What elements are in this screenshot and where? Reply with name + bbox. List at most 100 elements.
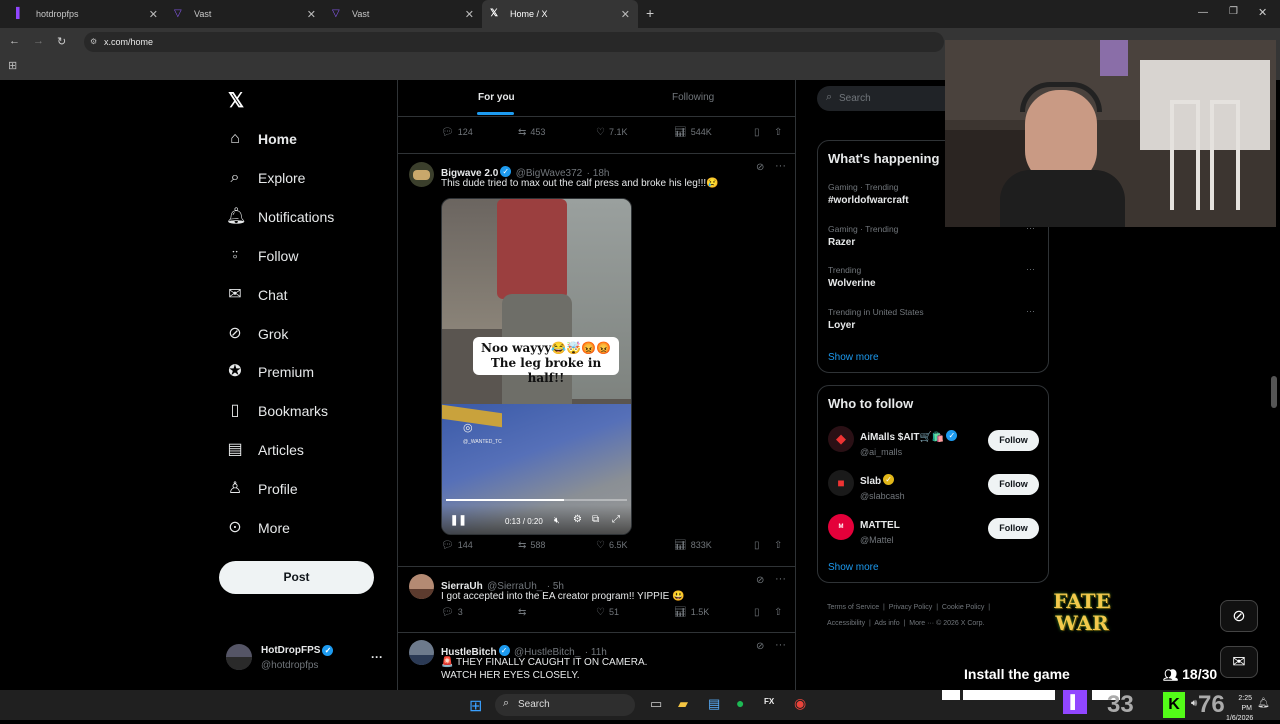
- trend-item[interactable]: Trending in United States Loyer: [828, 307, 924, 331]
- tweet-more-icon[interactable]: ···: [775, 573, 786, 585]
- trend-more-icon[interactable]: ···: [1026, 264, 1035, 274]
- views-button[interactable]: 📊︎ 833K: [674, 540, 712, 551]
- post-button[interactable]: Post: [219, 561, 374, 594]
- grok-tweet-icon[interactable]: ⊘: [756, 641, 764, 652]
- nav-explore[interactable]: ⌕ Explore: [226, 163, 306, 193]
- tweet-avatar[interactable]: [409, 640, 434, 665]
- bookmark-button[interactable]: ▯: [754, 127, 764, 138]
- account-avatar[interactable]: ◆: [828, 426, 854, 452]
- pip-icon[interactable]: ⧉: [592, 514, 599, 525]
- x-logo-icon[interactable]: 𝕏: [228, 88, 244, 113]
- trend-item[interactable]: Gaming · Trending Razer: [828, 224, 898, 248]
- trend-more-icon[interactable]: ···: [1026, 306, 1035, 316]
- reply-button[interactable]: 💬︎ 144: [441, 540, 473, 551]
- footer-link[interactable]: Privacy Policy: [889, 604, 933, 611]
- close-tab-icon[interactable]: ✕: [465, 8, 474, 21]
- notification-bell-icon[interactable]: 🔔︎: [1257, 698, 1270, 709]
- nav-premium[interactable]: ✪ Premium: [226, 357, 314, 387]
- mattel-logo-icon[interactable]: M: [828, 514, 854, 540]
- close-tab-icon[interactable]: ✕: [621, 8, 630, 21]
- follow-button[interactable]: Follow: [988, 518, 1039, 539]
- share-button[interactable]: ⇧: [774, 607, 786, 618]
- pause-icon[interactable]: ❚❚: [450, 515, 467, 526]
- page-scrollbar[interactable]: [1271, 376, 1277, 408]
- browser-tab-3[interactable]: ▽ Vast ✕: [324, 0, 482, 28]
- reply-button[interactable]: 💬︎ 124: [441, 127, 473, 138]
- reply-button[interactable]: 💬︎ 3: [441, 607, 463, 618]
- show-more-link[interactable]: Show more: [828, 352, 879, 363]
- apps-grid-icon[interactable]: ⊞: [8, 59, 17, 72]
- tweet-avatar[interactable]: [409, 574, 434, 599]
- reload-icon[interactable]: ↻: [57, 35, 66, 48]
- follow-button[interactable]: Follow: [988, 474, 1039, 495]
- new-tab-button[interactable]: +: [646, 5, 654, 21]
- tab-for-you[interactable]: For you: [478, 92, 515, 103]
- site-info-icon[interactable]: ⚙: [90, 32, 97, 52]
- tab-following[interactable]: Following: [672, 92, 714, 103]
- task-view-icon[interactable]: ▭: [650, 696, 662, 712]
- fullscreen-icon[interactable]: ⤢: [612, 514, 620, 525]
- video-progress-track[interactable]: [446, 499, 627, 501]
- like-button[interactable]: ♡ 6.5K: [596, 540, 627, 551]
- search-placeholder[interactable]: Search: [839, 93, 871, 104]
- hudfx-icon[interactable]: FX: [764, 697, 774, 706]
- footer-link[interactable]: Accessibility: [827, 620, 865, 627]
- windows-start-icon[interactable]: ⊞: [469, 696, 482, 716]
- taskbar-search[interactable]: ⌕ Search: [495, 694, 635, 716]
- footer-link[interactable]: Cookie Policy: [942, 604, 984, 611]
- nav-more[interactable]: ⊙ More: [226, 513, 290, 543]
- browser-tab-4[interactable]: 𝕏 Home / X ✕: [482, 0, 638, 28]
- show-more-link[interactable]: Show more: [828, 562, 879, 573]
- chrome-icon[interactable]: ◉: [794, 695, 806, 712]
- settings-icon[interactable]: ⚙: [573, 514, 582, 525]
- nav-grok[interactable]: ⊘ Grok: [226, 319, 288, 349]
- browser-tab-2[interactable]: ▽ Vast ✕: [166, 0, 324, 28]
- nav-articles[interactable]: ▤ Articles: [226, 435, 303, 465]
- tweet-video[interactable]: Noo wayyy😂🤯😡😡 The leg broke in half!! ◎ …: [441, 198, 632, 535]
- tweet-more-icon[interactable]: ···: [775, 639, 786, 651]
- forward-icon[interactable]: →: [33, 35, 44, 47]
- volume-icon[interactable]: 🔊︎: [1191, 698, 1197, 709]
- file-explorer-icon[interactable]: ▰: [678, 696, 688, 712]
- mute-icon[interactable]: 🔇︎: [554, 515, 560, 526]
- account-avatar[interactable]: [226, 644, 252, 670]
- grok-tweet-icon[interactable]: ⊘: [756, 575, 764, 586]
- footer-link[interactable]: Terms of Service: [827, 604, 879, 611]
- repost-button[interactable]: ⇆: [518, 607, 530, 618]
- nav-follow[interactable]: ⍤ Follow: [226, 241, 298, 271]
- share-button[interactable]: ⇧: [774, 540, 786, 551]
- spotify-icon[interactable]: ●: [736, 695, 744, 711]
- account-name[interactable]: HotDropFPS ✓: [261, 645, 334, 656]
- trend-item[interactable]: Gaming · Trending #worldofwarcraft: [828, 182, 909, 206]
- footer-link[interactable]: More ···: [909, 620, 934, 627]
- tweet-avatar[interactable]: [409, 162, 434, 187]
- account-menu-icon[interactable]: ···: [371, 650, 383, 664]
- maximize-button[interactable]: ❐: [1229, 6, 1238, 17]
- nav-chat[interactable]: ✉ Chat: [226, 280, 287, 310]
- close-tab-icon[interactable]: ✕: [149, 8, 158, 21]
- like-button[interactable]: ♡ 51: [596, 607, 619, 618]
- nav-notifications[interactable]: 🔔︎ Notifications: [226, 202, 334, 232]
- minimize-button[interactable]: —: [1198, 7, 1208, 18]
- notepad-icon[interactable]: ▤: [708, 696, 720, 712]
- share-button[interactable]: ⇧: [774, 127, 786, 138]
- tweet-more-icon[interactable]: ···: [775, 160, 786, 172]
- nav-bookmarks[interactable]: ▯ Bookmarks: [226, 396, 328, 426]
- suggested-account[interactable]: MATTEL @Mattel: [860, 515, 900, 545]
- like-button[interactable]: ♡ 7.1K: [596, 127, 627, 138]
- nav-home[interactable]: ⌂ Home: [226, 124, 297, 154]
- close-window-button[interactable]: ✕: [1258, 6, 1267, 19]
- bookmark-button[interactable]: ▯: [754, 607, 764, 618]
- views-button[interactable]: 📊︎ 1.5K: [674, 607, 709, 618]
- search-box[interactable]: ⌕ Search: [817, 86, 957, 111]
- trend-item[interactable]: Trending Wolverine: [828, 265, 876, 289]
- back-icon[interactable]: ←: [9, 35, 20, 47]
- bookmark-button[interactable]: ▯: [754, 540, 764, 551]
- grok-tweet-icon[interactable]: ⊘: [756, 162, 764, 173]
- grok-floating-icon[interactable]: ⊘: [1220, 600, 1258, 632]
- repost-button[interactable]: ⇆ 453: [518, 127, 545, 138]
- views-button[interactable]: 📊︎ 544K: [674, 127, 712, 138]
- suggested-account[interactable]: AiMalls $AIT🛒🛍️ ✓ @ai_malls: [860, 427, 958, 457]
- suggested-account[interactable]: Slab ✓ @slabcash: [860, 471, 905, 501]
- browser-tab-1[interactable]: ▌ hotdropfps ✕: [8, 0, 166, 28]
